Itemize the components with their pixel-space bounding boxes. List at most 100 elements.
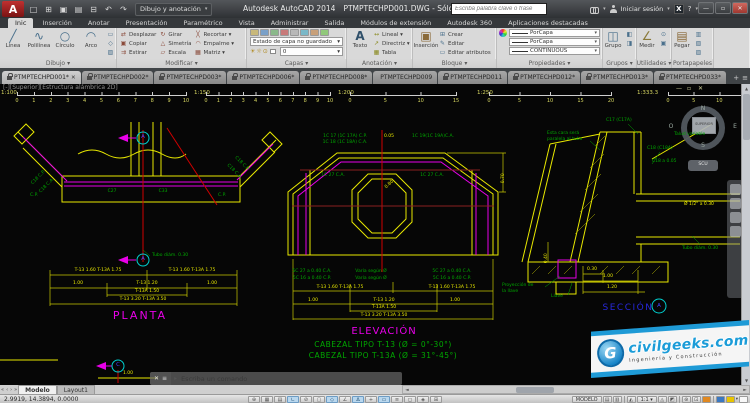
status-toggle-button[interactable]: ◻ — [404, 396, 416, 403]
layer-status-icon[interactable]: ☀ — [250, 48, 255, 55]
quick-access-icon[interactable]: ▤ — [72, 3, 85, 16]
ribbon-tab[interactable]: Paramétrico — [176, 18, 229, 28]
status-control[interactable]: MODELO — [572, 396, 602, 403]
status-toggle-button[interactable]: ◈ — [417, 396, 429, 403]
layer-state-dropdown[interactable]: Estado de capa no guardado▾ — [250, 37, 343, 46]
group-button[interactable]: ◫ Grupo — [603, 28, 623, 49]
layer-tool-icon[interactable] — [320, 29, 329, 36]
ribbon-tab[interactable]: Administrar — [264, 18, 316, 28]
status-toggle-button[interactable]: ▤ — [274, 396, 286, 403]
utility-mini-button[interactable]: ⊙ — [658, 30, 669, 38]
horizontal-scrollbar[interactable]: ◄ ► — [402, 385, 750, 394]
layer-tool-icon[interactable] — [250, 29, 259, 36]
status-control[interactable] — [624, 396, 625, 403]
ribbon-tab[interactable]: Salida — [317, 18, 351, 28]
draw-mini-button[interactable]: ▨ — [105, 48, 116, 56]
restore-button[interactable]: ▫ — [715, 2, 731, 14]
ribbon-tab[interactable]: Inserción — [35, 18, 78, 28]
ribbon-tab[interactable]: Módulos de extensión — [353, 18, 438, 28]
status-control[interactable]: ◭ — [627, 396, 636, 403]
draw-tool-button[interactable]: ○ Círculo — [52, 28, 78, 49]
file-tab[interactable]: PTMPTECHPD003* — [154, 71, 226, 84]
layer-status-icon[interactable]: ☼ — [256, 48, 261, 55]
property-dropdown[interactable]: PorCapa ▾ — [509, 38, 600, 46]
status-toggle-button[interactable]: ∠ — [339, 396, 351, 403]
ribbon-tab[interactable]: Presentación — [119, 18, 175, 28]
status-toggle-button[interactable]: ≡ — [391, 396, 403, 403]
drawing-canvas[interactable]: 1:1000123456789101:1500123456789101:2000… — [0, 84, 750, 385]
ribbon-tab[interactable]: Aplicaciones destacadas — [501, 18, 595, 28]
status-control[interactable] — [702, 396, 711, 403]
sign-in-button[interactable]: Iniciar sesión — [621, 5, 664, 13]
panel-caption[interactable]: Propiedades▾ — [497, 59, 602, 68]
quick-access-icon[interactable]: ⊟ — [87, 3, 100, 16]
exchange-apps-icon[interactable]: X — [674, 4, 684, 14]
clipboard-mini-button[interactable]: ▥ — [693, 30, 704, 38]
pan-icon[interactable] — [730, 198, 741, 209]
close-icon[interactable]: ✕ — [71, 75, 76, 81]
layer-status-icon[interactable]: ⊙ — [263, 48, 268, 55]
file-tab[interactable]: PTMPTECHPD001* ✕ — [2, 71, 81, 84]
text-tool-button[interactable]: A Texto — [347, 28, 373, 49]
layer-tool-icon[interactable] — [270, 29, 279, 36]
panel-caption[interactable]: Anotación▾ — [347, 59, 412, 68]
annotation-tool-button[interactable]: ↗ Directriz ▾ — [373, 39, 410, 48]
modify-tool-button[interactable]: ⇉ Estirar — [120, 48, 156, 57]
scroll-left-icon[interactable]: ◄ — [403, 386, 411, 394]
clipboard-mini-button[interactable]: ▨ — [693, 48, 704, 56]
status-control[interactable] — [713, 396, 714, 403]
modify-tool-button[interactable]: ↻ Girar — [159, 30, 191, 39]
nav-wheel-icon[interactable] — [730, 184, 741, 195]
search-icon[interactable] — [590, 6, 599, 13]
ucs-dropdown[interactable] — [688, 160, 718, 171]
property-icon[interactable] — [499, 38, 507, 46]
quick-access-icon[interactable]: ⊞ — [42, 3, 55, 16]
tab-layout1[interactable]: Layout1 — [57, 385, 95, 394]
status-control[interactable]: 1:1 ▾ — [637, 396, 657, 403]
property-icon[interactable] — [499, 47, 507, 55]
status-control[interactable]: ▥ — [613, 396, 622, 403]
panel-caption[interactable]: Grupos▾ — [603, 59, 636, 68]
quick-access-icon[interactable]: ↶ — [102, 3, 115, 16]
file-tab[interactable]: PTMPTECHPD012* — [508, 71, 580, 84]
panel-caption[interactable]: Dibujo▾ — [0, 59, 116, 68]
insert-block-button[interactable]: ▣ Inserción — [413, 28, 439, 49]
file-tab[interactable]: PTMPTECHPD009 — [373, 71, 437, 84]
group-mini-button[interactable]: ◨ — [624, 39, 635, 47]
status-control[interactable]: ⊛ — [682, 396, 691, 403]
property-dropdown[interactable]: CONTINUOUS ▾ — [509, 47, 600, 55]
block-tool-button[interactable]: ✎ Editar — [439, 39, 491, 48]
panel-caption[interactable]: Capas▾ — [247, 59, 346, 68]
file-tab[interactable]: PTMPTECHPD011 — [438, 71, 507, 84]
ribbon-tab[interactable]: Autodesk 360 — [440, 18, 499, 28]
group-mini-button[interactable]: ◧ — [624, 30, 635, 38]
file-tab[interactable]: PTMPTECHPD013* — [581, 71, 653, 84]
autocad-logo[interactable]: A — [2, 1, 24, 17]
status-control[interactable]: ⊡ — [692, 396, 701, 403]
status-toggle-button[interactable]: ⊕ — [248, 396, 260, 403]
status-control[interactable]: ▾ — [736, 397, 738, 402]
clipboard-mini-button[interactable]: ▧ — [693, 39, 704, 47]
modify-tool-button[interactable]: ◠ Empalme ▾ — [194, 39, 233, 48]
draw-tool-button[interactable]: ◠ Arco — [78, 28, 104, 49]
draw-mini-button[interactable]: ◇ — [105, 39, 116, 47]
block-tool-button[interactable]: ▭ Editar atributos — [439, 48, 491, 57]
tab-model[interactable]: Modelo — [18, 385, 57, 394]
file-tab[interactable]: PTMPTECHPD002* — [82, 71, 154, 84]
ribbon-tab[interactable]: Inic — [8, 18, 33, 28]
status-toggle-button[interactable]: ▦ — [261, 396, 273, 403]
status-toggle-button[interactable]: ∟ — [287, 396, 299, 403]
search-input[interactable] — [451, 3, 547, 15]
status-toggle-button[interactable]: ∆ — [352, 396, 364, 403]
status-control[interactable] — [679, 396, 680, 403]
quick-access-icon[interactable]: ↷ — [117, 3, 130, 16]
ribbon-tab[interactable]: Vista — [232, 18, 262, 28]
viewcube[interactable] — [692, 117, 716, 134]
draw-tool-button[interactable]: ∿ Polilínea — [26, 28, 52, 49]
layer-tool-icon[interactable] — [260, 29, 269, 36]
modify-tool-button[interactable]: ▱ Escala — [159, 48, 191, 57]
measure-button[interactable]: ∠ Medir — [637, 28, 657, 49]
file-tab[interactable]: PTMPTECHPD033* — [654, 71, 726, 84]
scrollbar-thumb[interactable] — [516, 387, 554, 393]
help-icon[interactable]: ? — [688, 5, 692, 13]
